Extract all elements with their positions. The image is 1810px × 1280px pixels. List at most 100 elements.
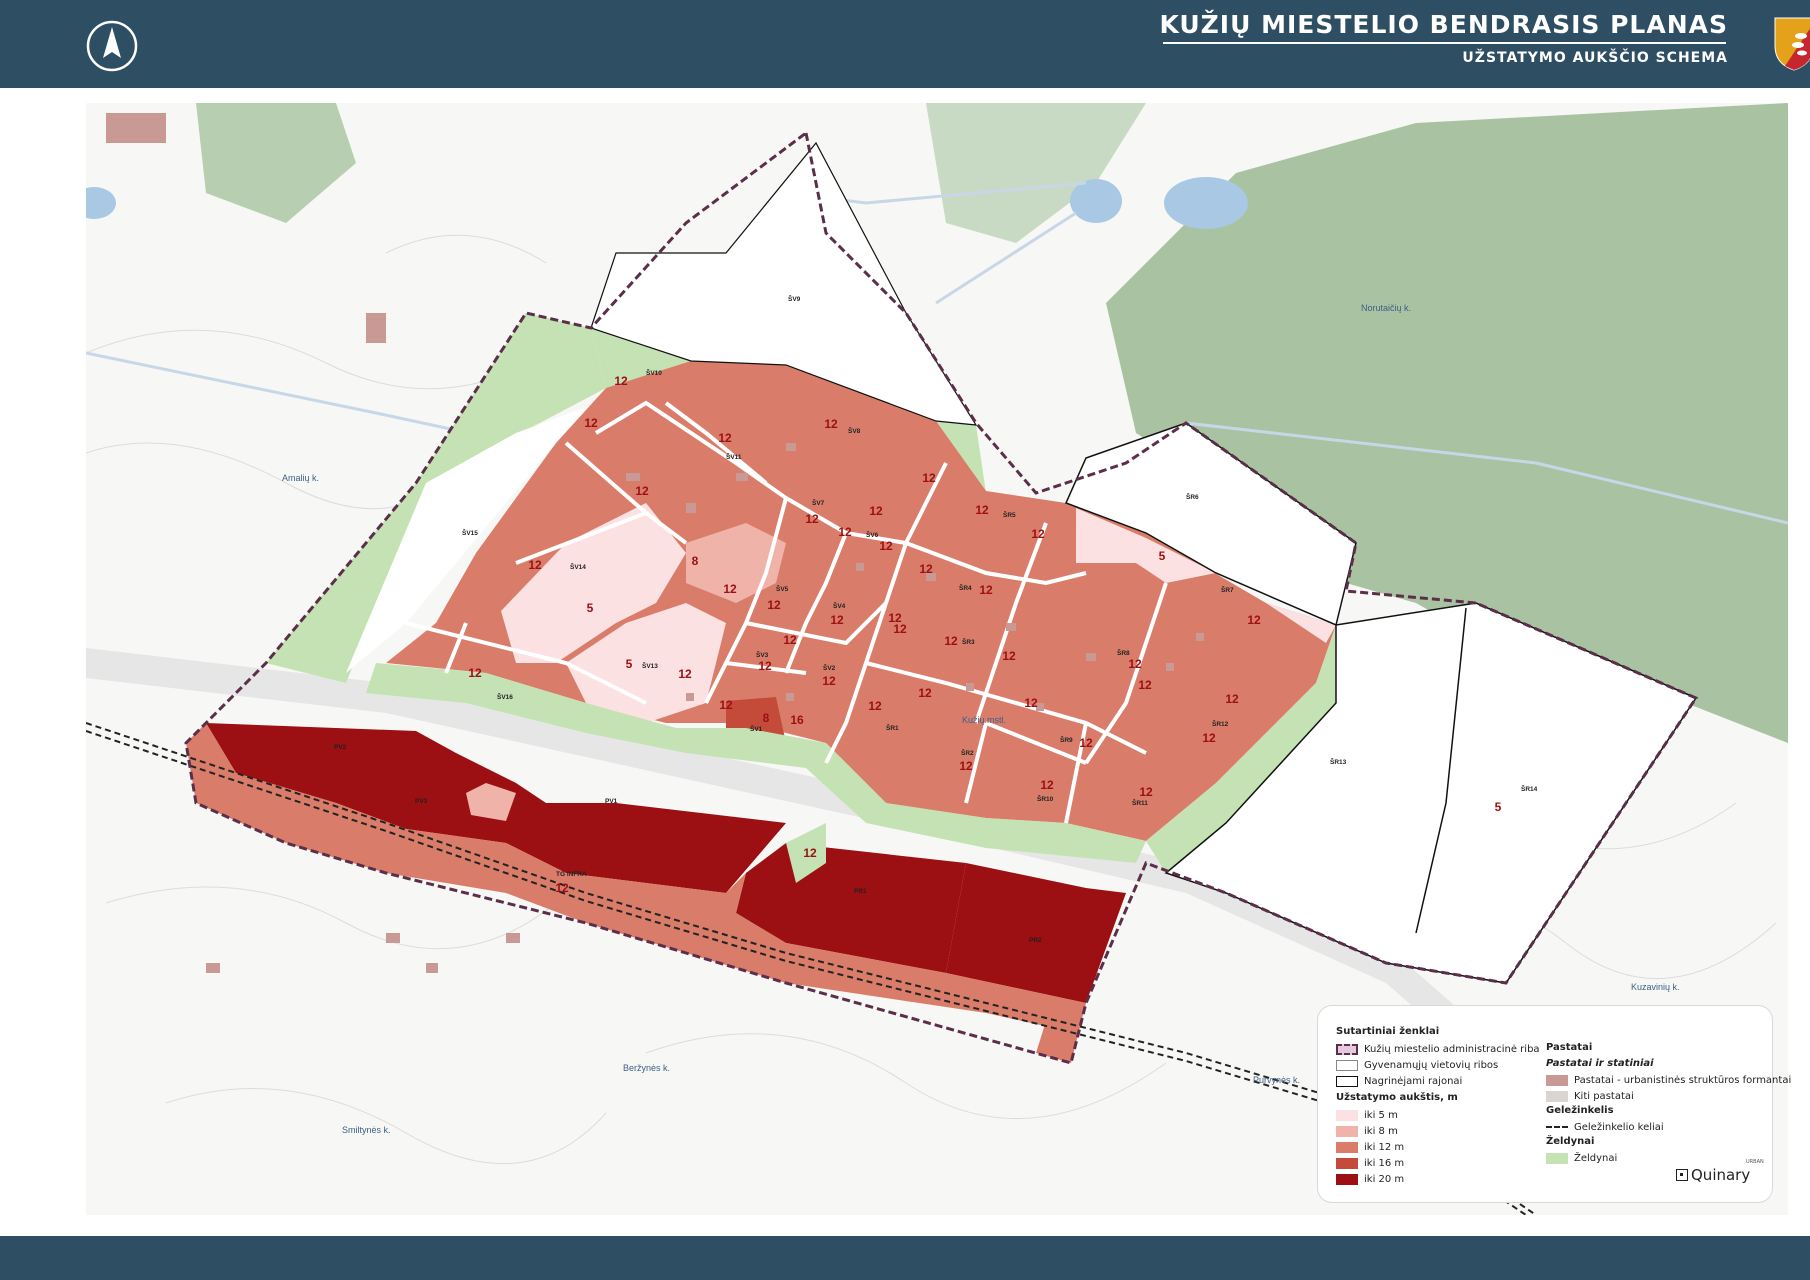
legend-item: iki 5 m (1336, 1108, 1398, 1122)
title-divider (1163, 42, 1726, 44)
legend-buildings-subtitle: Pastatai ir statiniai (1546, 1058, 1654, 1069)
height-label: 12 (528, 558, 542, 572)
zone-code: ŠV4 (833, 601, 846, 610)
height-label: 5 (626, 657, 633, 671)
zone-code: PR2 (1029, 937, 1042, 944)
height-label: 20 (354, 741, 368, 755)
zone-code: ŠR10 (1037, 794, 1054, 803)
legend-item: Nagrinėjami rajonai (1336, 1074, 1462, 1088)
zone-code: ŠR7 (1221, 585, 1234, 594)
height-label: 12 (922, 471, 936, 485)
height-20m-swatch (1336, 1173, 1358, 1185)
zone-code: ŠV3 (756, 650, 769, 659)
zone-code: PR1 (854, 888, 867, 895)
zone-code: ŠV6 (866, 530, 879, 539)
height-label: 12 (975, 503, 989, 517)
height-label: 12 (1225, 692, 1239, 706)
legend-item: Kužių miestelio administracinė riba (1336, 1042, 1540, 1056)
zone-code: ŠR3 (962, 637, 975, 646)
height-label: 12 (723, 582, 737, 596)
height-16m-swatch (1336, 1157, 1358, 1169)
height-label: 12 (1139, 785, 1153, 799)
pond (1164, 177, 1248, 229)
height-label: 16 (790, 713, 804, 727)
height-label: 20 (873, 891, 887, 905)
height-label: 5 (587, 601, 594, 615)
height-label: 12 (868, 699, 882, 713)
legend-title: Sutartiniai ženklai (1336, 1026, 1440, 1037)
legend-item: iki 16 m (1336, 1156, 1404, 1170)
zone-code: ŠR14 (1521, 784, 1538, 793)
footer-bar (0, 1236, 1810, 1280)
height-label: 12 (869, 504, 883, 518)
zone-code: ŠR2 (961, 748, 974, 757)
height-label: 12 (919, 562, 933, 576)
settlement-boundary-swatch (1336, 1059, 1358, 1071)
zone-code: PV1 (605, 798, 618, 805)
legend-buildings-title: Pastatai (1546, 1042, 1593, 1053)
legend-item: Gyvenamųjų vietovių ribos (1336, 1058, 1498, 1072)
quinary-logo-icon (1676, 1169, 1688, 1181)
place-name-purvynes: Purvynės k. (1253, 1075, 1300, 1085)
height-label: 12 (1202, 731, 1216, 745)
legend-green-title: Želdynai (1546, 1136, 1595, 1147)
height-label: 12 (783, 633, 797, 647)
page-subtitle: UŽSTATYMO AUKŠČIO SCHEMA (1462, 50, 1728, 66)
height-label: 12 (468, 666, 482, 680)
green-swatch (1546, 1152, 1568, 1164)
height-label: 12 (803, 846, 817, 860)
height-label: 12 (1247, 613, 1261, 627)
height-label: 12 (1024, 696, 1038, 710)
height-label: 12 (767, 598, 781, 612)
zone-code: ŠV9 (788, 294, 801, 303)
building-formant-swatch (1546, 1074, 1568, 1086)
height-label: 12 (635, 484, 649, 498)
legend-item: Geležinkelio keliai (1546, 1120, 1664, 1134)
zone-code: ŠR5 (1003, 510, 1016, 519)
height-label: 12 (1040, 778, 1054, 792)
zone-code: PV3 (415, 798, 428, 805)
place-name-berzynes: Beržynės k. (623, 1063, 670, 1073)
railway-swatch (1546, 1126, 1568, 1128)
height-label: 12 (1002, 649, 1016, 663)
zone-code: ŠV11 (726, 452, 742, 461)
height-label: 12 (758, 659, 772, 673)
legend-item: Želdynai (1546, 1151, 1617, 1165)
place-name-smiltynes: Smiltynės k. (342, 1125, 391, 1135)
height-label: 12 (979, 583, 993, 597)
height-8m-swatch (1336, 1125, 1358, 1137)
height-label: 12 (1138, 678, 1152, 692)
zone-code: ŠR13 (1330, 757, 1347, 766)
zone-code: ŠR6 (1186, 492, 1199, 501)
zone-code: ŠV2 (823, 663, 836, 672)
zone-code: ŠV15 (462, 528, 478, 537)
legend-item: Kiti pastatai (1546, 1089, 1634, 1103)
height-label: 12 (614, 374, 628, 388)
north-arrow-icon (86, 20, 138, 72)
zone-code: ŠR1 (886, 723, 899, 732)
zone-code: ŠV8 (848, 426, 861, 435)
place-name-kuzaviniu: Kuzavinių k. (1631, 982, 1680, 992)
height-label: 12 (1128, 657, 1142, 671)
height-label: 20 (1028, 920, 1042, 934)
zone-code: ŠR11 (1132, 798, 1148, 807)
other-building-swatch (1546, 1090, 1568, 1102)
height-label: 12 (805, 512, 819, 526)
zone-code: ŠV16 (497, 692, 513, 701)
height-label: 12 (944, 634, 958, 648)
height-label: 12 (584, 416, 598, 430)
district-boundary-swatch (1336, 1075, 1358, 1087)
height-label: 12 (1031, 527, 1045, 541)
legend-item: iki 12 m (1336, 1140, 1404, 1154)
place-name-amaliu: Amalių k. (282, 473, 319, 483)
zone-code: ŠR4 (959, 583, 972, 592)
height-label: 12 (888, 611, 902, 625)
height-5m-swatch (1336, 1109, 1358, 1121)
zone-code: ŠV10 (646, 368, 662, 377)
height-label: 12 (555, 881, 569, 895)
zone-code: ŠV1 (750, 724, 763, 733)
place-name-norutaiciu: Norutaičių k. (1361, 303, 1411, 313)
height-12m-swatch (1336, 1141, 1358, 1153)
zone-code: PV2 (334, 744, 347, 751)
legend-item: iki 8 m (1336, 1124, 1398, 1138)
